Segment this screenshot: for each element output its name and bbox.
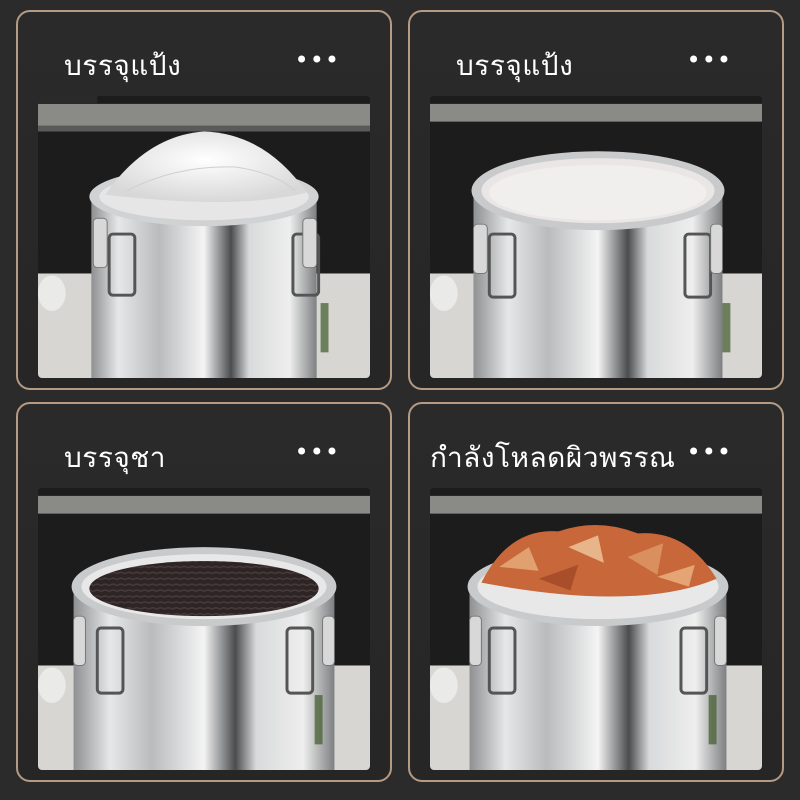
steel-canister-illustration — [38, 488, 370, 770]
card-peel[interactable]: กำลังโหลดผิวพรรณ ••• — [408, 402, 784, 782]
card-title: บรรจุแป้ง — [64, 49, 182, 82]
card-flour[interactable]: บรรจุแป้ง ••• — [16, 10, 392, 390]
more-options-icon[interactable]: ••• — [687, 438, 732, 466]
card-title: กำลังโหลดผิวพรรณ — [430, 441, 676, 474]
card-rice[interactable]: บรรจุแป้ง ••• — [408, 10, 784, 390]
steel-canister-illustration — [38, 96, 370, 378]
steel-canister-illustration — [430, 96, 762, 378]
product-image — [38, 96, 370, 378]
more-options-icon[interactable]: ••• — [295, 46, 340, 74]
product-image — [430, 96, 762, 378]
product-image — [430, 488, 762, 770]
steel-canister-illustration — [430, 488, 762, 770]
more-options-icon[interactable]: ••• — [687, 46, 732, 74]
more-options-icon[interactable]: ••• — [295, 438, 340, 466]
product-image — [38, 488, 370, 770]
card-title: บรรจุชา — [64, 441, 166, 474]
card-title: บรรจุแป้ง — [456, 49, 574, 82]
card-tea[interactable]: บรรจุชา ••• — [16, 402, 392, 782]
